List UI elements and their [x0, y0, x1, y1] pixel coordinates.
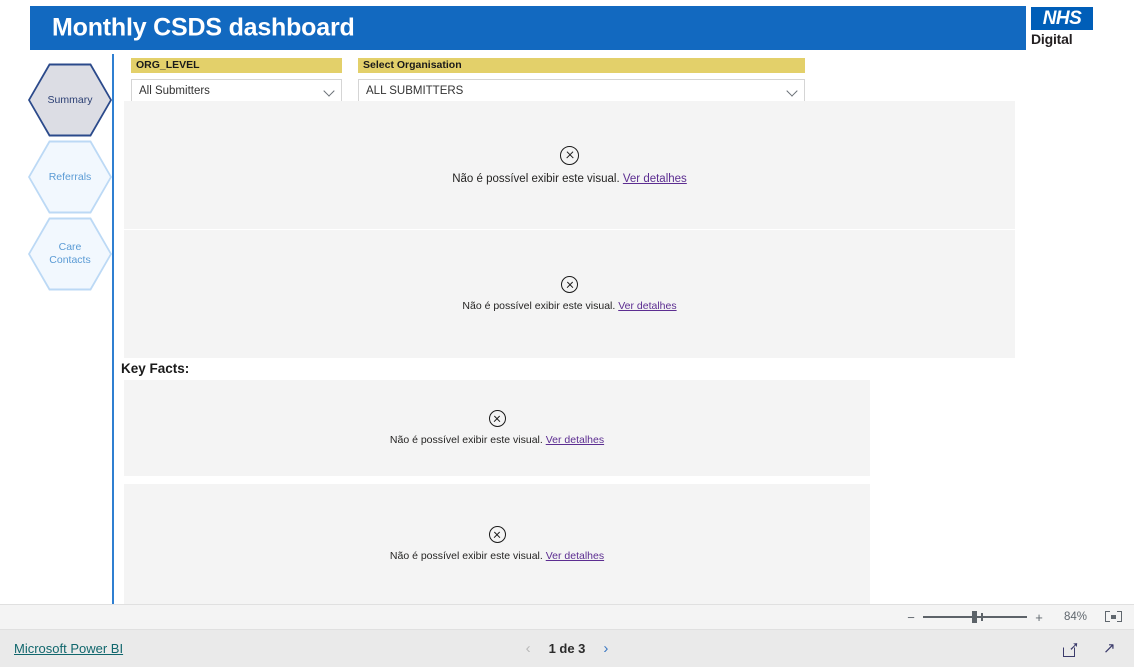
- view-details-link[interactable]: Ver detalhes: [546, 550, 604, 562]
- fullscreen-icon[interactable]: ↗: [1103, 640, 1120, 657]
- zoom-bar: − + 84%: [0, 604, 1134, 630]
- fit-to-page-icon[interactable]: [1105, 610, 1122, 624]
- visual-panel-key-fact-2: Não é possível exibir este visual. Ver d…: [124, 484, 870, 604]
- slicer-select-organisation: Select Organisation ALL SUBMITTERS: [358, 58, 805, 102]
- footer-actions: ➚ ↗: [1063, 640, 1120, 657]
- slicer-org-level: ORG_LEVEL All Submitters: [131, 58, 342, 102]
- visual-error-message: Não é possível exibir este visual.: [462, 300, 616, 312]
- nhs-digital-logo: NHS Digital: [1031, 7, 1093, 49]
- visual-panel-top: Não é possível exibir este visual. Ver d…: [124, 101, 1015, 229]
- previous-page-button[interactable]: ‹: [526, 641, 531, 656]
- sidebar-item-summary[interactable]: Summary: [28, 63, 112, 137]
- visual-error-text: Não é possível exibir este visual. Ver d…: [390, 550, 604, 562]
- slicer-header-org-level: ORG_LEVEL: [131, 58, 342, 73]
- zoom-in-button[interactable]: +: [1033, 610, 1045, 625]
- visual-error-message: Não é possível exibir este visual.: [389, 550, 543, 562]
- visual-panel-key-fact-1: Não é possível exibir este visual. Ver d…: [124, 380, 870, 476]
- view-details-link[interactable]: Ver detalhes: [623, 173, 687, 185]
- view-details-link[interactable]: Ver detalhes: [546, 434, 604, 446]
- sidebar-item-referrals[interactable]: Referrals: [28, 140, 112, 214]
- vertical-divider: [112, 54, 114, 604]
- sidebar-item-care-contacts[interactable]: Care Contacts: [28, 217, 112, 291]
- visual-panel-second: Não é possível exibir este visual. Ver d…: [124, 230, 1015, 358]
- zoom-percent-label: 84%: [1063, 611, 1087, 623]
- visual-error-text: Não é possível exibir este visual. Ver d…: [390, 434, 604, 446]
- slicer-dropdown-org-level[interactable]: All Submitters: [131, 79, 342, 102]
- slicer-value-org-level: All Submitters: [139, 84, 210, 97]
- share-arrow: ➚: [1068, 638, 1079, 653]
- fit-bracket-left: [1105, 610, 1110, 622]
- key-facts-heading: Key Facts:: [121, 361, 190, 376]
- nhs-logo-word: Digital: [1031, 31, 1073, 47]
- visual-error-message: Não é possível exibir este visual.: [389, 434, 543, 446]
- chevron-down-icon: [324, 85, 335, 96]
- share-icon[interactable]: ➚: [1063, 638, 1079, 657]
- fit-bar: [1111, 614, 1116, 619]
- slicer-value-select-organisation: ALL SUBMITTERS: [366, 84, 464, 97]
- hexagon-fill-referrals: [30, 142, 110, 212]
- slicer-header-select-organisation: Select Organisation: [358, 58, 805, 73]
- error-circle-x-icon: [560, 145, 579, 165]
- error-circle-x-icon: [488, 410, 506, 427]
- zoom-slider-tick: [981, 613, 983, 621]
- visual-error-text: Não é possível exibir este visual. Ver d…: [452, 173, 687, 185]
- next-page-button[interactable]: ›: [603, 641, 608, 656]
- power-bi-report-viewer: Monthly CSDS dashboard NHS Digital Summa…: [0, 0, 1134, 667]
- hexagon-nav: Summary Referrals Care Contacts: [28, 62, 112, 302]
- chevron-down-icon: [787, 85, 798, 96]
- footer-bar: Microsoft Power BI ‹ 1 de 3 › ➚ ↗: [0, 630, 1134, 667]
- slicer-dropdown-select-organisation[interactable]: ALL SUBMITTERS: [358, 79, 805, 102]
- hexagon-fill-summary: [30, 65, 110, 135]
- report-header: Monthly CSDS dashboard: [30, 6, 1026, 50]
- page-title: Monthly CSDS dashboard: [52, 13, 355, 42]
- page-navigation: ‹ 1 de 3 ›: [0, 641, 1134, 656]
- report-canvas: Monthly CSDS dashboard NHS Digital Summa…: [0, 0, 1134, 604]
- zoom-slider-thumb[interactable]: [972, 611, 977, 623]
- zoom-slider[interactable]: [923, 610, 1027, 624]
- visual-error-message: Não é possível exibir este visual.: [452, 172, 620, 185]
- fit-bracket-right: [1117, 610, 1122, 622]
- zoom-out-button[interactable]: −: [905, 610, 917, 625]
- error-circle-x-icon: [488, 526, 506, 543]
- view-details-link[interactable]: Ver detalhes: [618, 300, 676, 312]
- error-circle-x-icon: [561, 276, 578, 293]
- nhs-logo-mark: NHS: [1031, 7, 1093, 30]
- hexagon-fill-care-contacts: [30, 219, 110, 289]
- page-indicator: 1 de 3: [548, 641, 586, 656]
- visual-error-text: Não é possível exibir este visual. Ver d…: [462, 300, 676, 312]
